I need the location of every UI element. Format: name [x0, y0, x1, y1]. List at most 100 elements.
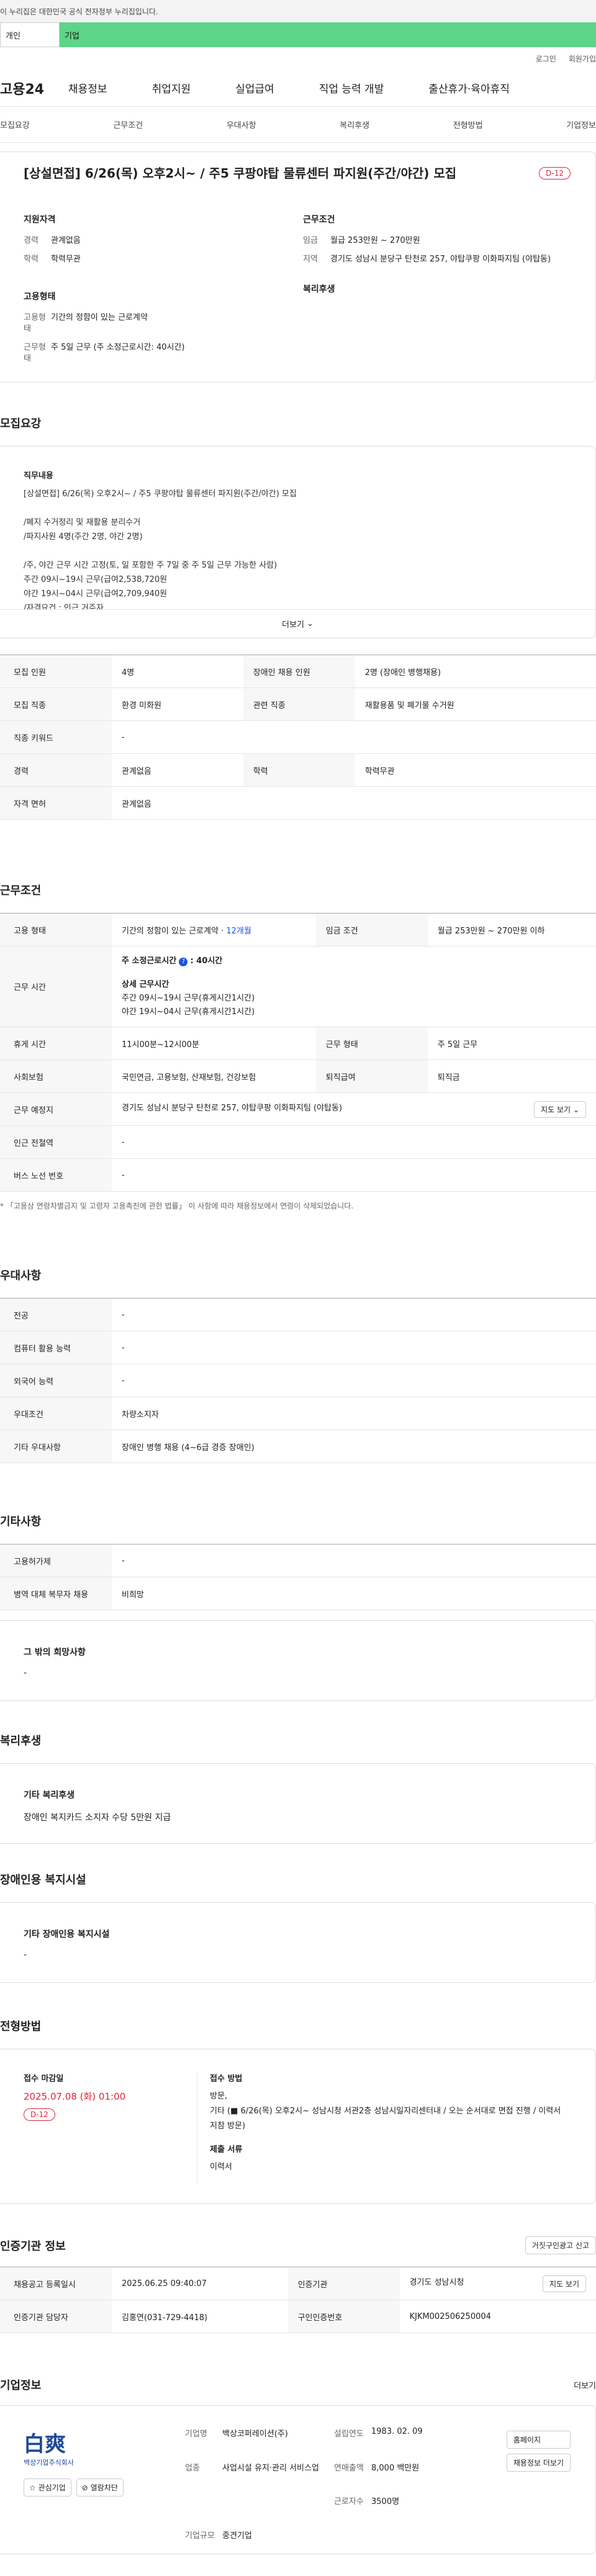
more-button[interactable]: 더보기 ⌄ [0, 609, 595, 638]
subnav-preferences[interactable]: 우대사항 [227, 119, 256, 130]
biz-value: 사업시설 유지·관리 서비스업 [222, 2463, 319, 2473]
more-label: 더보기 [282, 620, 304, 630]
sales-value: 8,000 백만원 [371, 2463, 420, 2473]
chevron-down-icon: ⌄ [572, 1105, 579, 1114]
favorite-company-button[interactable]: ☆ 관심기업 [24, 2478, 71, 2497]
etc-box-value: - [24, 1668, 27, 1678]
deadline-title: 접수 마감일 [24, 2074, 64, 2084]
job-desc-line [24, 544, 595, 558]
table-cell: 학력무관 [354, 753, 596, 787]
star-icon: ☆ [29, 2483, 36, 2492]
disability-box: 기타 장애인용 복지시설 - [0, 1902, 596, 1983]
summary-right: 근무조건 임금 월급 253만원 ~ 270만원 지역 경기도 성남시 분당구 탄천… [303, 213, 582, 372]
table-cell: 김홍연(031-729-4418) [112, 2300, 288, 2333]
table-header: 기타 우대사항 [0, 1430, 112, 1463]
career-label: 경력 [24, 236, 38, 245]
job-title: [상설면접] 6/26(목) 오후2시~ / 주5 쿠팡야탑 물류센터 파지원(… [24, 166, 457, 181]
subnav-requirements[interactable]: 모집요강 [0, 119, 30, 130]
section-title-company: 기업정보 [0, 2379, 42, 2392]
method-other: 기타 (■ 6/26(목) 오후2시~ 성남시청 서관2층 성남시일자리센터내 … [210, 2107, 561, 2131]
detail-hours-night: 야간 19시~04시 근무(휴게시간1시간) [122, 1007, 255, 1017]
login-link[interactable]: 로그인 [536, 53, 556, 64]
table-cell: - [112, 720, 596, 754]
table-header: 전공 [0, 1298, 112, 1331]
table-cell: 11시00분~12시00분 [112, 1027, 316, 1060]
tab-company[interactable]: 기업 [60, 22, 596, 47]
table-cell: 환경 미화원 [112, 687, 243, 721]
subnav-welfare[interactable]: 복리후생 [340, 119, 369, 130]
homepage-button[interactable]: 홈페이지 [506, 2431, 571, 2449]
job-summary-card: [상설면접] 6/26(목) 오후2시~ / 주5 쿠팡야탑 물류센터 파지원(… [0, 152, 596, 383]
table-header: 휴게 시간 [0, 1027, 112, 1060]
table-cell: 차량소지자 [112, 1397, 596, 1430]
gnb-item-jobs[interactable]: 채용정보 [68, 80, 107, 96]
site-logo[interactable]: 고용24 [0, 78, 68, 98]
conditions-table: 고용 형태 기간의 정함이 있는 근로계약 · 12개월 임금 조건 월급 253만원… [0, 913, 596, 1192]
job-desc-line: /주, 야간 근무 시간 고정(토, 일 포함한 주 7일 중 주 5일 근무 … [24, 561, 278, 570]
subnav-conditions[interactable]: 근무조건 [113, 119, 143, 130]
table-header: 사회보험 [0, 1059, 112, 1093]
map-label: 지도 보기 [541, 1105, 571, 1114]
section-title-welfare: 복리후생 [0, 1735, 42, 1748]
map-button[interactable]: 지도 보기 ⌄ [534, 1100, 586, 1118]
wage-value: 월급 253만원 ~ 270만원 [330, 236, 420, 245]
company-logo-sub: 백상기업주식회사 [24, 2459, 74, 2467]
section-title-preferences: 우대사항 [0, 1269, 42, 1282]
size-label: 기업규모 [185, 2531, 215, 2541]
info-icon[interactable]: ? [179, 957, 188, 966]
table-header: 근무 형태 [315, 1027, 428, 1060]
table-header: 고용 형태 [0, 913, 112, 946]
cert-table: 채용공고 등록일시 2025.06.25 09:40:07 인증기관 경기도 성남시청… [0, 2267, 596, 2333]
subnav-company[interactable]: 기업정보 [566, 119, 596, 130]
tab-personal[interactable]: 개인 [0, 22, 60, 47]
table-header: 경력 [0, 753, 112, 787]
table-header: 자격 면허 [0, 786, 112, 820]
job-desc-line: 야간 19시~04시 근무(급여2,709,940원 [24, 589, 168, 599]
gnb-item-parental-leave[interactable]: 출산휴가·육아휴직 [428, 80, 510, 96]
table-header: 근무 시간 [0, 946, 112, 1027]
etc-box-title: 그 밖의 희망사항 [24, 1648, 86, 1658]
table-cell: 주 5일 근무 [427, 1027, 596, 1060]
report-button[interactable]: 거짓구인광고 신고 [525, 2236, 596, 2254]
section-title-cert: 인증기관 정보 [0, 2239, 66, 2253]
table-header: 직종 키워드 [0, 720, 112, 754]
gnb-item-skills[interactable]: 직업 능력 개발 [319, 80, 384, 96]
region-label: 지역 [303, 255, 318, 264]
table-cell: - [112, 1298, 596, 1331]
method-title: 접수 방법 [210, 2074, 243, 2084]
table-header: 우대조건 [0, 1397, 112, 1430]
map-button[interactable]: 지도 보기 [543, 2275, 586, 2292]
dday-badge: D-12 [24, 2108, 55, 2121]
table-header: 근무 예정지 [0, 1092, 112, 1126]
subnav-process[interactable]: 전형방법 [453, 119, 483, 130]
favorite-label: 관심기업 [38, 2483, 66, 2492]
months-text: 12개월 [226, 926, 251, 936]
company-name-label: 기업명 [185, 2429, 207, 2439]
table-cell: 4명 [112, 655, 243, 688]
table-cell: 주 소정근로시간 ? : 40시간 상세 근무시간 주간 09시~19시 근무(… [112, 946, 596, 1027]
block-button[interactable]: ⊘ 열람차단 [76, 2478, 124, 2497]
join-link[interactable]: 회원가입 [569, 53, 596, 64]
table-cell: 경기도 성남시 분당구 탄천로 257, 야탑쿠팡 이화파지팀 (야탑동) 지도 … [112, 1092, 596, 1126]
table-header: 인증기관 담당자 [0, 2300, 112, 2333]
other-jobs-button[interactable]: 채용정보 더보기 [506, 2454, 571, 2472]
company-logo: 白爽 [24, 2432, 66, 2457]
edu-label: 학력 [24, 255, 38, 264]
table-header: 구인인증번호 [287, 2300, 400, 2333]
gnb-item-employment-support[interactable]: 취업지원 [152, 80, 191, 96]
table-header: 모집 직종 [0, 687, 112, 721]
gnb-item-unemployment-benefit[interactable]: 실업급여 [235, 80, 274, 96]
company-more-link[interactable]: 더보기 [574, 2379, 596, 2391]
etc-table: 고용허가제 - 병역 대체 복무자 채용 비희망 [0, 1544, 596, 1610]
size-value: 중견기업 [222, 2531, 252, 2541]
age-note: * 「고용상 연령차별금지 및 고령자 고용촉진에 관한 법률」 이 사항에 따… [0, 1202, 354, 1210]
work-form-value: 주 5일 근무 (주 소정근로시간: 40시간) [51, 343, 185, 352]
dday-badge: D-12 [539, 167, 571, 179]
weekly-hours-value: : 40시간 [190, 956, 223, 966]
job-desc-line: [상설면접] 6/26(목) 오후2시~ / 주5 쿠팡야탑 물류센터 파지원(… [24, 489, 297, 499]
job-description-box: 직무내용 [상설면접] 6/26(목) 오후2시~ / 주5 쿠팡야탑 물류센터… [0, 446, 596, 638]
detail-hours-day: 주간 09시~19시 근무(휴게시간1시간) [122, 993, 255, 1003]
deadline-date: 2025.07.08 (화) 01:00 [24, 2091, 126, 2102]
table-cell: 퇴직금 [427, 1059, 596, 1093]
block-icon: ⊘ [81, 2483, 88, 2492]
